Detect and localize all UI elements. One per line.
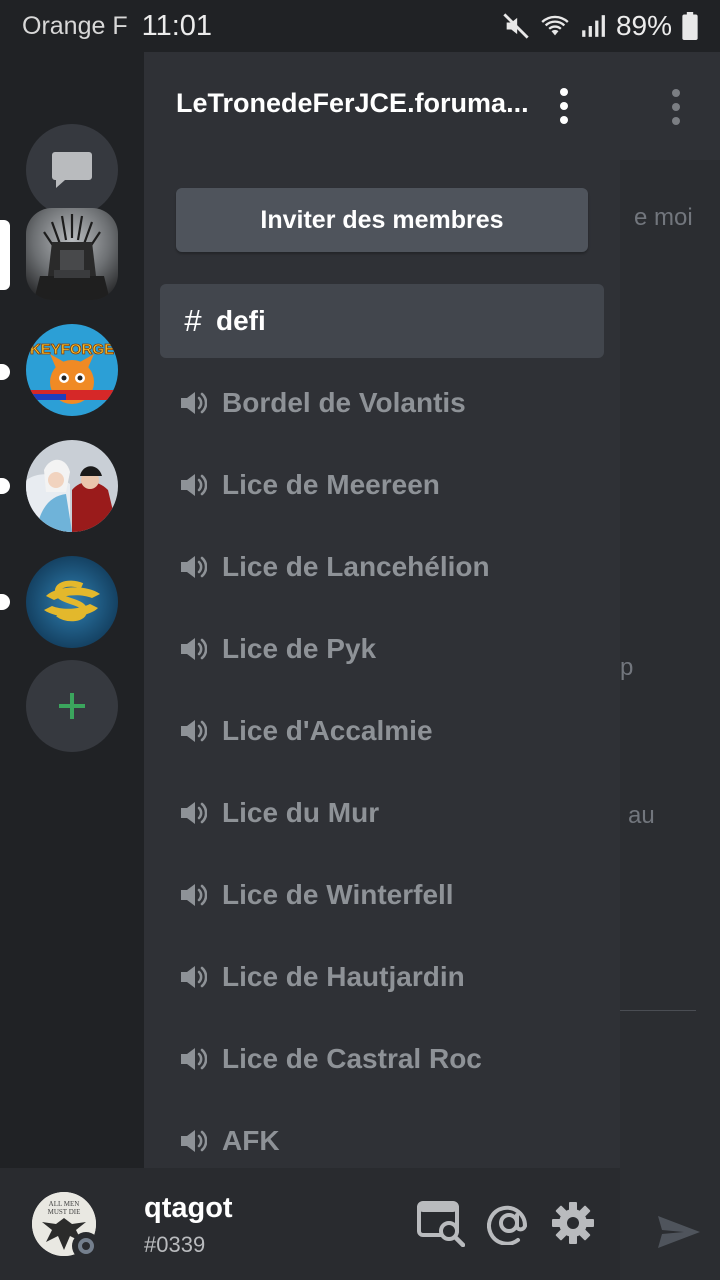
speaker-icon (178, 962, 208, 992)
server-menu-icon[interactable] (552, 86, 576, 126)
server-name[interactable]: LeTronedeFerJCE.foruma... (176, 88, 536, 119)
server-icon-s-logo[interactable] (26, 556, 118, 648)
direct-messages-button[interactable] (26, 124, 118, 216)
chat-message-fragment: p (620, 654, 634, 681)
channel-label: Lice de Pyk (222, 633, 377, 664)
status-indicator (72, 1232, 100, 1260)
voice-channel-item[interactable]: Lice de Pyk (160, 612, 604, 686)
voice-channel-item[interactable]: Lice de Meereen (160, 448, 604, 522)
clock: 11:01 (141, 9, 213, 42)
user-panel: ALL MEN MUST DIE qtagot #0339 (0, 1168, 620, 1280)
invite-members-button[interactable]: Inviter des membres (176, 188, 588, 252)
keyforge-logo-icon: KEYFORGE (26, 324, 118, 416)
channel-drawer: LeTronedeFerJCE.foruma... Inviter des me… (144, 52, 620, 1168)
voice-channel-item[interactable]: Lice du Mur (160, 776, 604, 850)
chat-bubble-icon (52, 152, 92, 188)
voice-channel-item[interactable]: Lice de Hautjardin (160, 940, 604, 1014)
server-icon-trone-de-fer[interactable] (26, 208, 118, 300)
channel-label: Lice de Meereen (222, 469, 440, 500)
avatar-caption: ALL MEN (49, 1200, 80, 1208)
chat-message-fragment: e moi (634, 204, 693, 231)
voice-channel-item[interactable]: Bordel de Volantis (160, 366, 604, 440)
settings-button[interactable] (548, 1198, 598, 1248)
battery-icon (682, 12, 698, 40)
voice-channel-item[interactable]: Lice d'Accalmie (160, 694, 604, 768)
selected-indicator (0, 220, 10, 290)
voice-channel-item[interactable]: Lice de Winterfell (160, 858, 604, 932)
channel-item-defi[interactable]: # defi (160, 284, 604, 358)
wifi-icon (541, 15, 569, 36)
server-discovery-button[interactable] (416, 1198, 466, 1248)
user-discriminator: #0339 (144, 1232, 206, 1257)
mute-icon (503, 13, 529, 39)
voice-channel-item[interactable]: Lice de Castral Roc (160, 1022, 604, 1096)
mentions-button[interactable] (484, 1198, 534, 1248)
speaker-icon (178, 798, 208, 828)
username: qtagot (144, 1192, 233, 1224)
chat-area (620, 52, 720, 1280)
server-list: KEYFORGE (0, 52, 144, 1168)
channel-label: Lice de Castral Roc (222, 1043, 482, 1074)
send-icon[interactable] (654, 1212, 704, 1252)
speaker-icon (178, 552, 208, 582)
carrier-name: Orange F (22, 11, 128, 40)
speaker-icon (178, 880, 208, 910)
chat-menu-icon[interactable] (664, 86, 688, 126)
s-logo-icon (26, 556, 118, 648)
speaker-icon (178, 634, 208, 664)
battery-level: 89% (615, 10, 672, 41)
speaker-icon (178, 470, 208, 500)
unread-indicator (0, 478, 10, 494)
status-bar: Orange F 11:01 89% (0, 0, 720, 52)
unread-indicator (0, 594, 10, 610)
speaker-icon (178, 1126, 208, 1156)
channel-label: Lice de Winterfell (222, 879, 454, 910)
channel-label: Lice de Lancehélion (222, 551, 490, 582)
unread-indicator (0, 364, 10, 380)
add-server-button[interactable] (26, 660, 118, 752)
voice-channel-item[interactable]: AFK (160, 1104, 604, 1178)
channel-label: AFK (222, 1125, 280, 1156)
channel-label: Lice de Hautjardin (222, 961, 465, 992)
fantasy-art-icon (26, 440, 118, 532)
divider (620, 1010, 696, 1011)
gear-icon (552, 1202, 594, 1244)
iron-throne-icon (26, 208, 118, 300)
signal-icon (582, 15, 605, 37)
hash-icon: # (184, 303, 202, 338)
server-icon-fantasy[interactable] (26, 440, 118, 532)
channel-label: defi (216, 305, 266, 336)
channel-label: Bordel de Volantis (222, 387, 466, 418)
speaker-icon (178, 716, 208, 746)
at-sign-icon (487, 1205, 528, 1245)
speaker-icon (178, 1044, 208, 1074)
plus-icon (59, 693, 85, 719)
speaker-icon (178, 388, 208, 418)
server-icon-keyforge[interactable]: KEYFORGE (26, 324, 118, 416)
channel-label: Lice d'Accalmie (222, 715, 433, 746)
browser-search-icon (417, 1201, 465, 1247)
keyforge-logo-text: KEYFORGE (30, 341, 114, 358)
voice-channel-item[interactable]: Lice de Lancehélion (160, 530, 604, 604)
chat-message-fragment: au (628, 802, 655, 829)
avatar-caption: MUST DIE (48, 1208, 81, 1216)
channel-label: Lice du Mur (222, 797, 380, 828)
